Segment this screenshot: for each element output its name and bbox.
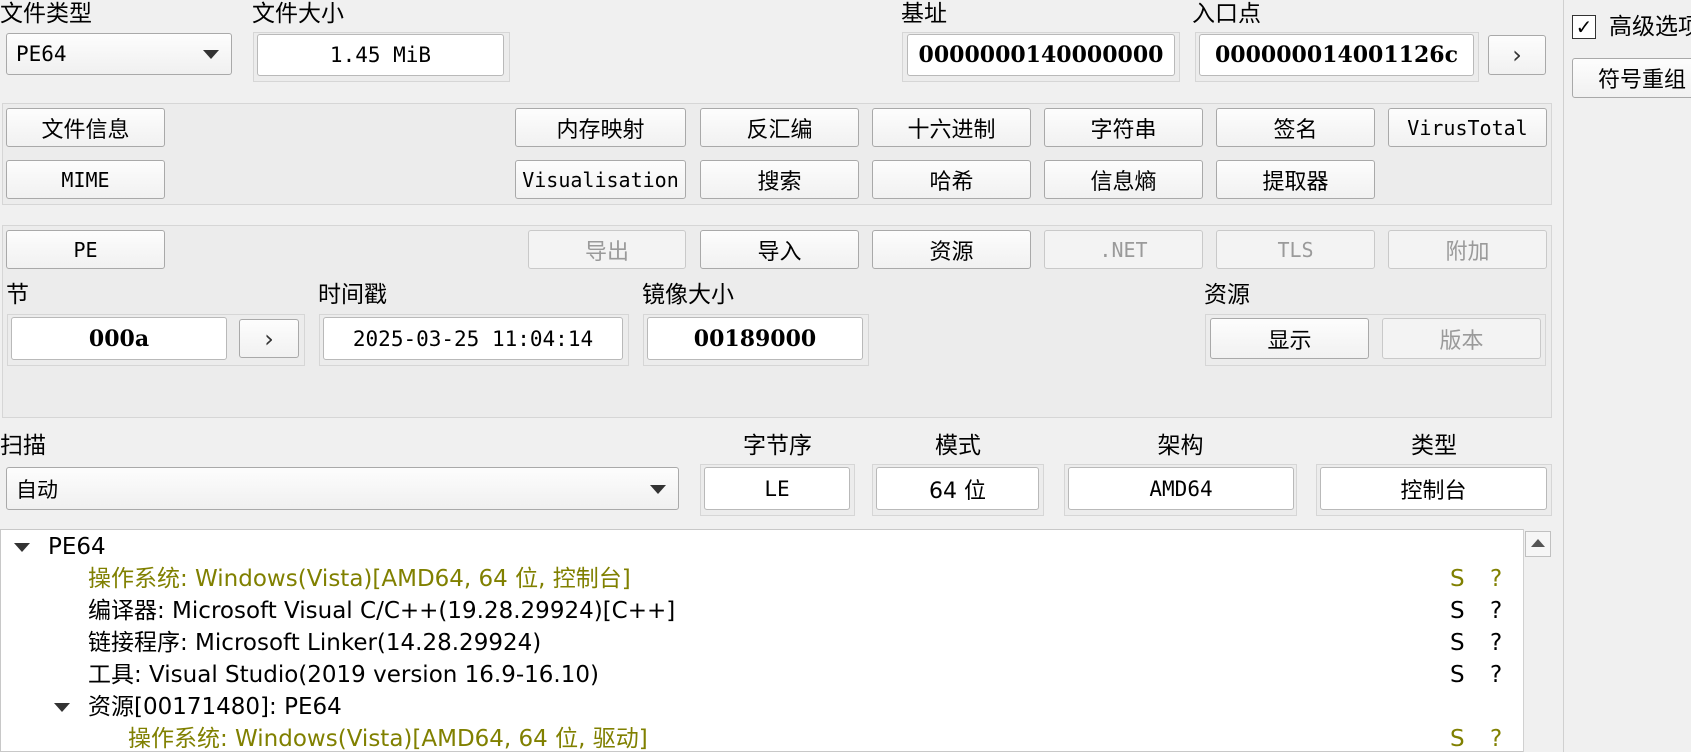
base-address-label: 基址	[901, 1, 947, 27]
advanced-checkbox[interactable]: ✓	[1572, 15, 1596, 39]
version-button[interactable]: 版本	[1382, 318, 1541, 359]
entry-point-field[interactable]: 000000014001126c	[1199, 34, 1474, 76]
tree-item-os[interactable]: 操作系统: Windows(Vista)[AMD64, 64 位, 控制台]	[88, 563, 631, 595]
section-field[interactable]: 000a	[11, 317, 227, 360]
file-size-label: 文件大小	[252, 1, 344, 27]
hex-button[interactable]: 十六进制	[872, 108, 1031, 147]
mode-field[interactable]: 64 位	[876, 467, 1039, 510]
file-size-field[interactable]: 1.45 MiB	[257, 34, 504, 76]
file-type-label: 文件类型	[0, 1, 92, 27]
tree-scrollbar[interactable]	[1523, 529, 1553, 752]
tls-button[interactable]: TLS	[1216, 230, 1375, 269]
search-button[interactable]: 搜索	[700, 160, 859, 199]
resources-label: 资源	[1204, 282, 1250, 308]
signature-marker[interactable]: S	[1450, 563, 1465, 595]
collapse-icon[interactable]	[54, 703, 70, 712]
signature-marker[interactable]: S	[1450, 627, 1465, 659]
tree-resource-node[interactable]: 资源[00171480]: PE64	[88, 691, 342, 723]
base-address-field[interactable]: 0000000140000000	[907, 34, 1175, 76]
signature-marker[interactable]: S	[1450, 659, 1465, 691]
export-button[interactable]: 导出	[528, 230, 686, 269]
image-size-label: 镜像大小	[642, 282, 734, 308]
memory-map-button[interactable]: 内存映射	[515, 108, 686, 147]
chevron-right-icon: ›	[1512, 41, 1522, 69]
signature-marker[interactable]: S	[1450, 723, 1465, 751]
entry-point-label: 入口点	[1192, 1, 1261, 27]
tree-item-compiler[interactable]: 编译器: Microsoft Visual C/C++(19.28.29924)…	[88, 595, 675, 627]
checkmark-icon: ✓	[1575, 15, 1593, 39]
visualisation-button[interactable]: Visualisation	[515, 160, 686, 199]
tree-item-tool[interactable]: 工具: Visual Studio(2019 version 16.9-16.1…	[88, 659, 599, 691]
chevron-down-icon	[203, 50, 219, 59]
collapse-icon[interactable]	[14, 543, 30, 552]
file-type-select[interactable]: PE64	[6, 33, 232, 75]
signature-marker[interactable]: S	[1450, 595, 1465, 627]
symbol-demangle-button[interactable]: 符号重组	[1572, 58, 1691, 98]
pe-button[interactable]: PE	[6, 230, 165, 269]
mode-label: 模式	[935, 433, 981, 459]
section-next-button[interactable]: ›	[239, 319, 299, 358]
resources-button[interactable]: 资源	[872, 230, 1031, 269]
mime-button[interactable]: MIME	[6, 160, 165, 199]
type-field[interactable]: 控制台	[1320, 467, 1547, 510]
virustotal-button[interactable]: VirusTotal	[1388, 108, 1547, 147]
info-marker[interactable]: ?	[1490, 627, 1502, 659]
tree-item-resource-os[interactable]: 操作系统: Windows(Vista)[AMD64, 64 位, 驱动]	[128, 723, 648, 751]
signatures-button[interactable]: 签名	[1216, 108, 1375, 147]
file-type-value: PE64	[16, 42, 67, 66]
info-marker[interactable]: ?	[1490, 659, 1502, 691]
overlay-button[interactable]: 附加	[1388, 230, 1547, 269]
advanced-label: 高级选项	[1609, 14, 1691, 40]
strings-button[interactable]: 字符串	[1044, 108, 1203, 147]
file-info-button[interactable]: 文件信息	[6, 108, 165, 147]
timestamp-field[interactable]: 2025-03-25 11:04:14	[323, 317, 623, 360]
scroll-up-icon[interactable]	[1525, 531, 1551, 557]
entry-point-next-button[interactable]: ›	[1488, 35, 1546, 75]
scan-label: 扫描	[0, 433, 46, 459]
section-label: 节	[6, 282, 29, 308]
type-label: 类型	[1411, 433, 1457, 459]
arch-label: 架构	[1157, 433, 1204, 459]
entropy-button[interactable]: 信息熵	[1044, 160, 1203, 199]
chevron-right-icon: ›	[264, 324, 274, 353]
info-marker[interactable]: ?	[1490, 563, 1502, 595]
hash-button[interactable]: 哈希	[872, 160, 1031, 199]
info-marker[interactable]: ?	[1490, 595, 1502, 627]
arch-field[interactable]: AMD64	[1068, 467, 1294, 510]
image-size-field[interactable]: 00189000	[647, 317, 863, 360]
scan-results-tree[interactable]: PE64 操作系统: Windows(Vista)[AMD64, 64 位, 控…	[0, 529, 1524, 752]
endian-label: 字节序	[743, 433, 812, 459]
tree-root[interactable]: PE64	[48, 531, 106, 563]
show-resources-button[interactable]: 显示	[1210, 318, 1369, 359]
info-marker[interactable]: ?	[1490, 723, 1502, 751]
disassembly-button[interactable]: 反汇编	[700, 108, 859, 147]
import-button[interactable]: 导入	[700, 230, 859, 269]
chevron-down-icon	[650, 484, 666, 494]
scan-value: 自动	[16, 477, 58, 502]
extractor-button[interactable]: 提取器	[1216, 160, 1375, 199]
scan-select[interactable]: 自动	[6, 467, 679, 510]
tree-item-linker[interactable]: 链接程序: Microsoft Linker(14.28.29924)	[88, 627, 541, 659]
dotnet-button[interactable]: .NET	[1044, 230, 1203, 269]
timestamp-label: 时间戳	[318, 282, 387, 308]
endian-field[interactable]: LE	[704, 467, 850, 510]
